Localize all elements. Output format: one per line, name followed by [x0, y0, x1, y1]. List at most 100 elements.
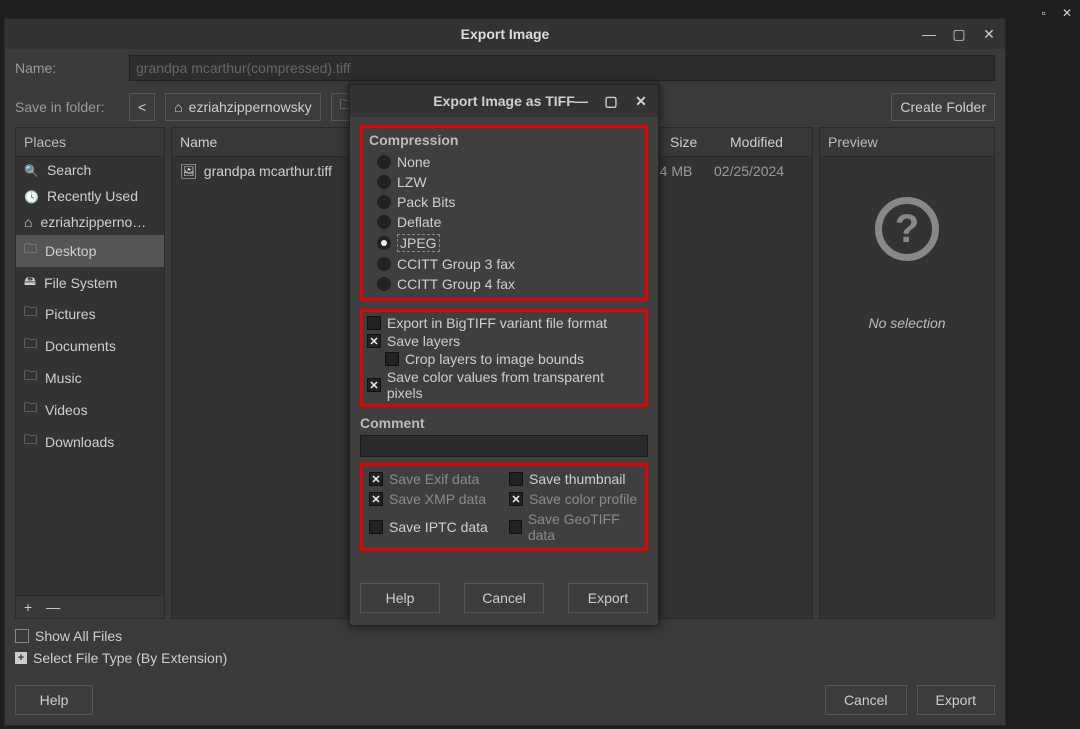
opt-save-exif[interactable]: Save Exif data [369, 470, 499, 488]
places-remove-button[interactable]: — [46, 599, 60, 615]
app-minimize-icon[interactable]: ▫ [1042, 6, 1046, 20]
save-in-label: Save in folder: [15, 99, 119, 115]
app-titlebar-icons: ▫ ✕ [1042, 6, 1072, 20]
tiff-cancel-button[interactable]: Cancel [464, 583, 544, 613]
places-add-button[interactable]: + [24, 599, 32, 615]
tiff-minimize-button[interactable]: — [570, 91, 592, 111]
places-list: Search Recently Used ezriahzipperno… Des… [16, 157, 164, 595]
main-help-button[interactable]: Help [15, 685, 93, 715]
places-item-pictures[interactable]: Pictures [16, 298, 164, 330]
tiff-help-button[interactable]: Help [360, 583, 440, 613]
no-selection-label: No selection [868, 315, 945, 331]
col-size-header[interactable]: Size [662, 128, 722, 156]
main-cancel-button[interactable]: Cancel [825, 685, 907, 715]
opt-bigtiff[interactable]: Export in BigTIFF variant file format [367, 314, 641, 332]
main-export-button[interactable]: Export [917, 685, 995, 715]
checkbox-icon [367, 334, 381, 348]
tiff-titlebar: Export Image as TIFF — ▢ ✕ [350, 85, 658, 117]
checkbox-icon [509, 520, 522, 534]
places-item-search[interactable]: Search [16, 157, 164, 183]
compression-jpeg[interactable]: JPEG [369, 232, 639, 254]
export-tiff-dialog: Export Image as TIFF — ▢ ✕ Compression N… [349, 84, 659, 626]
opt-save-color-profile[interactable]: Save color profile [509, 490, 639, 508]
opt-save-layers[interactable]: Save layers [367, 332, 641, 350]
path-back-button[interactable]: < [129, 93, 155, 121]
comment-section: Comment [360, 415, 648, 457]
opt-save-geotiff[interactable]: Save GeoTIFF data [509, 510, 639, 544]
comment-header: Comment [360, 415, 648, 431]
places-item-desktop[interactable]: Desktop [16, 235, 164, 267]
compression-header: Compression [369, 132, 639, 148]
checkbox-icon [369, 472, 383, 486]
compression-packbits[interactable]: Pack Bits [369, 192, 639, 212]
opt-save-thumbnail[interactable]: Save thumbnail [509, 470, 639, 488]
checkbox-icon [367, 378, 381, 392]
places-item-documents[interactable]: Documents [16, 330, 164, 362]
drive-icon [24, 272, 36, 293]
radio-icon [377, 257, 391, 271]
compression-section: Compression None LZW Pack Bits Deflate J… [360, 125, 648, 301]
radio-icon [377, 195, 391, 209]
compression-lzw[interactable]: LZW [369, 172, 639, 192]
main-maximize-button[interactable]: ▢ [947, 23, 971, 45]
checkbox-icon [369, 492, 383, 506]
opt-transparent-pixels[interactable]: Save color values from transparent pixel… [367, 368, 641, 402]
image-icon: 🖼 [180, 163, 198, 180]
radio-icon [377, 236, 391, 250]
opt-save-xmp[interactable]: Save XMP data [369, 490, 499, 508]
tiff-close-button[interactable]: ✕ [630, 91, 652, 111]
preview-panel: Preview ? No selection [819, 127, 995, 619]
filename-input[interactable] [129, 55, 995, 81]
show-all-checkbox[interactable] [15, 629, 29, 643]
folder-icon [24, 303, 37, 325]
radio-icon [377, 155, 391, 169]
places-item-music[interactable]: Music [16, 362, 164, 394]
main-titlebar: Export Image — ▢ ✕ [5, 19, 1005, 49]
folder-icon [24, 399, 37, 421]
checkbox-icon [385, 352, 399, 366]
radio-icon [377, 175, 391, 189]
checkbox-icon [509, 492, 523, 506]
name-label: Name: [15, 60, 119, 76]
places-item-home[interactable]: ezriahzipperno… [16, 209, 164, 235]
compression-ccitt4[interactable]: CCITT Group 4 fax [369, 274, 639, 294]
select-file-type-row[interactable]: + Select File Type (By Extension) [15, 647, 995, 669]
show-all-label: Show All Files [35, 628, 122, 644]
radio-icon [377, 215, 391, 229]
question-icon: ? [875, 197, 939, 261]
folder-icon [24, 367, 37, 389]
main-close-button[interactable]: ✕ [977, 23, 1001, 45]
col-mod-header[interactable]: Modified [722, 128, 812, 156]
checkbox-icon [367, 316, 381, 330]
compression-deflate[interactable]: Deflate [369, 212, 639, 232]
preview-header: Preview [820, 128, 994, 157]
opt-crop-layers[interactable]: Crop layers to image bounds [367, 350, 641, 368]
places-item-videos[interactable]: Videos [16, 394, 164, 426]
compression-none[interactable]: None [369, 152, 639, 172]
tiff-export-button[interactable]: Export [568, 583, 648, 613]
compression-ccitt3[interactable]: CCITT Group 3 fax [369, 254, 639, 274]
create-folder-button[interactable]: Create Folder [891, 93, 995, 121]
select-type-label: Select File Type (By Extension) [33, 650, 227, 666]
main-minimize-button[interactable]: — [917, 23, 941, 45]
search-icon [24, 162, 39, 178]
tiff-maximize-button[interactable]: ▢ [600, 91, 622, 111]
expand-icon[interactable]: + [15, 652, 27, 664]
places-item-downloads[interactable]: Downloads [16, 426, 164, 458]
comment-input[interactable] [360, 435, 648, 457]
home-icon [24, 214, 32, 230]
home-icon [174, 99, 182, 115]
folder-icon [24, 335, 37, 357]
opt-save-iptc[interactable]: Save IPTC data [369, 510, 499, 544]
folder-icon [24, 240, 37, 262]
folder-icon [24, 431, 37, 453]
tiff-title: Export Image as TIFF [433, 93, 575, 109]
places-panel: Places Search Recently Used ezriahzipper… [15, 127, 165, 619]
show-all-files-row[interactable]: Show All Files [15, 625, 995, 647]
path-user-button[interactable]: ezriahzippernowsky [165, 93, 320, 121]
places-item-filesystem[interactable]: File System [16, 267, 164, 298]
app-close-icon[interactable]: ✕ [1062, 6, 1072, 20]
places-footer: + — [16, 595, 164, 618]
layer-options-section: Export in BigTIFF variant file format Sa… [360, 309, 648, 407]
places-item-recent[interactable]: Recently Used [16, 183, 164, 209]
